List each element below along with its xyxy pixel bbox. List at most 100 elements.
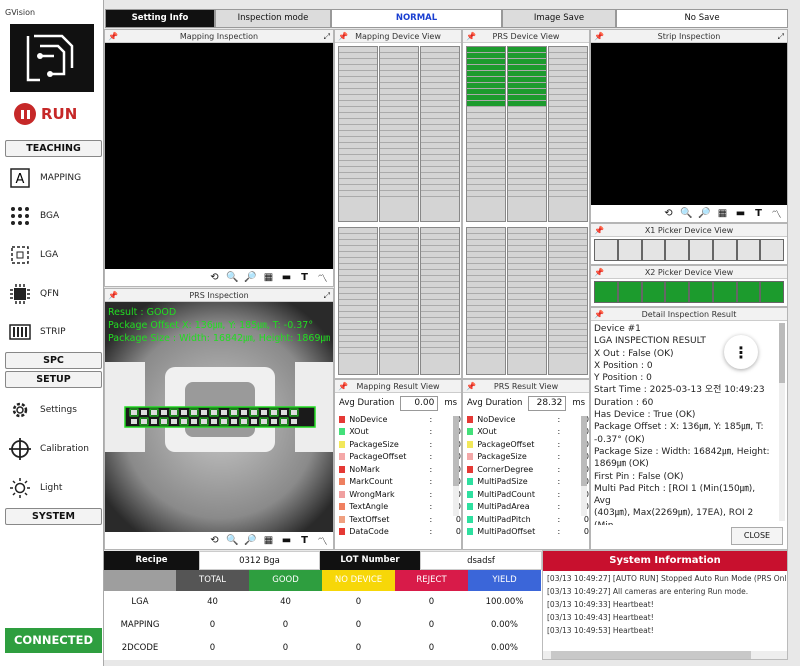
connection-status: CONNECTED bbox=[5, 628, 102, 653]
device-cell[interactable] bbox=[467, 348, 505, 354]
prs-device-grid[interactable] bbox=[463, 43, 589, 378]
expand-icon[interactable]: ⤢ bbox=[324, 289, 330, 302]
lot-number-value[interactable]: dsadsf bbox=[420, 551, 542, 570]
sidebar-item-bga[interactable]: BGA bbox=[8, 202, 102, 230]
stats-cell: 0 bbox=[355, 643, 362, 653]
detail-scrollbar[interactable] bbox=[779, 323, 785, 521]
device-cell[interactable] bbox=[421, 348, 459, 354]
rotate-icon[interactable]: ⟲ bbox=[662, 208, 675, 219]
monitor-icon[interactable]: ▬ bbox=[280, 535, 293, 546]
mapping-result-scrollbar[interactable] bbox=[453, 416, 459, 516]
sidebar-item-label: Settings bbox=[40, 405, 77, 415]
teaching-header[interactable]: TEACHING bbox=[5, 140, 102, 157]
zoom-in-icon[interactable]: 🔎 bbox=[698, 208, 711, 219]
picker-cell[interactable] bbox=[760, 281, 784, 303]
strip-camera-view[interactable] bbox=[591, 43, 787, 205]
sidebar-item-lga[interactable]: LGA bbox=[8, 241, 102, 269]
pin-icon[interactable]: 📌 bbox=[594, 308, 604, 321]
recipe-value[interactable]: 0312 Bga bbox=[199, 551, 320, 570]
picker-cell[interactable] bbox=[712, 239, 737, 261]
setting-info-button[interactable]: Setting Info bbox=[105, 9, 215, 28]
more-options-icon[interactable]: ⋮ bbox=[724, 335, 758, 369]
device-cell[interactable] bbox=[339, 191, 377, 197]
zoom-out-icon[interactable]: 🔍 bbox=[226, 272, 239, 283]
sidebar-item-calibration[interactable]: Calibration bbox=[8, 435, 102, 463]
scrollbar-thumb[interactable] bbox=[453, 416, 459, 486]
device-cell[interactable] bbox=[339, 348, 377, 354]
mapping-camera-view[interactable] bbox=[105, 43, 333, 269]
run-button[interactable]: RUN bbox=[14, 103, 77, 125]
sidebar-item-light[interactable]: Light bbox=[8, 474, 102, 502]
picker-cell[interactable] bbox=[712, 281, 737, 303]
picker-cell[interactable] bbox=[736, 281, 761, 303]
pin-icon[interactable]: 📌 bbox=[108, 30, 118, 43]
device-cell[interactable] bbox=[508, 348, 546, 354]
rotate-icon[interactable]: ⟲ bbox=[208, 535, 221, 546]
picker-cell[interactable] bbox=[689, 281, 713, 303]
setup-header[interactable]: SETUP bbox=[5, 371, 102, 388]
zoom-in-icon[interactable]: 🔎 bbox=[244, 535, 257, 546]
close-button[interactable]: CLOSE bbox=[731, 527, 783, 545]
pin-icon[interactable]: 📌 bbox=[594, 266, 604, 279]
picker-cell[interactable] bbox=[594, 239, 618, 261]
grid-icon[interactable]: ▦ bbox=[262, 272, 275, 283]
picker-cell[interactable] bbox=[665, 281, 689, 303]
pin-icon[interactable]: 📌 bbox=[466, 30, 476, 43]
device-cell[interactable] bbox=[549, 191, 587, 197]
sidebar-item-settings[interactable]: Settings bbox=[8, 396, 102, 424]
picker-cell[interactable] bbox=[617, 281, 642, 303]
scrollbar-thumb[interactable] bbox=[581, 416, 587, 486]
picker-cell[interactable] bbox=[594, 281, 618, 303]
picker-cell[interactable] bbox=[665, 239, 689, 261]
zoom-out-icon[interactable]: 🔍 bbox=[680, 208, 693, 219]
mapping-device-grid[interactable] bbox=[335, 43, 461, 378]
pin-icon[interactable]: 📌 bbox=[466, 380, 476, 393]
grid-icon[interactable]: ▦ bbox=[262, 535, 275, 546]
expand-icon[interactable]: ⤢ bbox=[324, 30, 330, 43]
sidebar-item-qfn[interactable]: QFN bbox=[8, 280, 102, 308]
pin-icon[interactable]: 📌 bbox=[338, 380, 348, 393]
device-cell[interactable] bbox=[508, 191, 546, 197]
rotate-icon[interactable]: ⟲ bbox=[208, 272, 221, 283]
pin-icon[interactable]: 📌 bbox=[338, 30, 348, 43]
chart-icon[interactable]: 〽 bbox=[770, 206, 783, 221]
system-info-hscroll[interactable] bbox=[543, 651, 787, 659]
grid-icon[interactable]: ▦ bbox=[716, 208, 729, 219]
device-cell[interactable] bbox=[467, 191, 505, 197]
prs-camera-view[interactable]: Result : GOOD Package Offset X: 136㎛, Y:… bbox=[105, 302, 333, 532]
pin-icon[interactable]: 📌 bbox=[108, 289, 118, 302]
zoom-out-icon[interactable]: 🔍 bbox=[226, 535, 239, 546]
text-icon[interactable]: T bbox=[752, 208, 765, 219]
picker-cell[interactable] bbox=[641, 239, 666, 261]
picker-cell[interactable] bbox=[617, 239, 642, 261]
monitor-icon[interactable]: ▬ bbox=[734, 208, 747, 219]
picker-cell[interactable] bbox=[689, 239, 713, 261]
spc-header[interactable]: SPC bbox=[5, 352, 102, 369]
scrollbar-thumb[interactable] bbox=[779, 323, 785, 383]
chart-icon[interactable]: 〽 bbox=[316, 270, 329, 285]
separator: : bbox=[557, 502, 561, 512]
device-cell[interactable] bbox=[549, 348, 587, 354]
separator: : bbox=[557, 464, 561, 474]
picker-cell[interactable] bbox=[736, 239, 761, 261]
sidebar-item-strip[interactable]: STRIP bbox=[8, 318, 102, 346]
zoom-in-icon[interactable]: 🔎 bbox=[244, 272, 257, 283]
device-cell[interactable] bbox=[380, 348, 418, 354]
image-save-value[interactable]: No Save bbox=[616, 9, 788, 28]
expand-icon[interactable]: ⤢ bbox=[778, 30, 784, 43]
inspection-mode-value[interactable]: NORMAL bbox=[331, 9, 502, 28]
chart-icon[interactable]: 〽 bbox=[316, 533, 329, 548]
sidebar-item-mapping[interactable]: A MAPPING bbox=[8, 164, 102, 192]
text-icon[interactable]: T bbox=[298, 535, 311, 546]
text-icon[interactable]: T bbox=[298, 272, 311, 283]
pin-icon[interactable]: 📌 bbox=[594, 224, 604, 237]
monitor-icon[interactable]: ▬ bbox=[280, 272, 293, 283]
picker-cell[interactable] bbox=[641, 281, 666, 303]
prs-result-scrollbar[interactable] bbox=[581, 416, 587, 516]
system-header[interactable]: SYSTEM bbox=[5, 508, 102, 525]
scrollbar-thumb[interactable] bbox=[551, 651, 751, 659]
device-cell[interactable] bbox=[421, 191, 459, 197]
pin-icon[interactable]: 📌 bbox=[594, 30, 604, 43]
picker-cell[interactable] bbox=[760, 239, 784, 261]
device-cell[interactable] bbox=[380, 191, 418, 197]
